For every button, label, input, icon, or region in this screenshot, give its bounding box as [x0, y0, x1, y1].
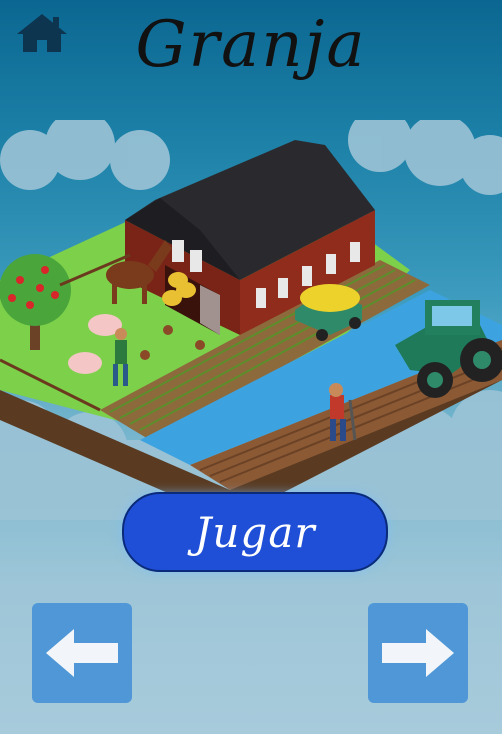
arrow-right-icon: [382, 629, 454, 677]
next-button[interactable]: [368, 603, 468, 703]
play-button-label: Jugar: [194, 507, 316, 557]
previous-button[interactable]: [32, 603, 132, 703]
app-screen: Granja Jugar: [0, 0, 502, 734]
arrow-left-icon: [46, 629, 118, 677]
page-title: Granja: [135, 8, 367, 82]
farm-illustration: [0, 120, 502, 520]
play-button[interactable]: Jugar: [122, 492, 388, 572]
